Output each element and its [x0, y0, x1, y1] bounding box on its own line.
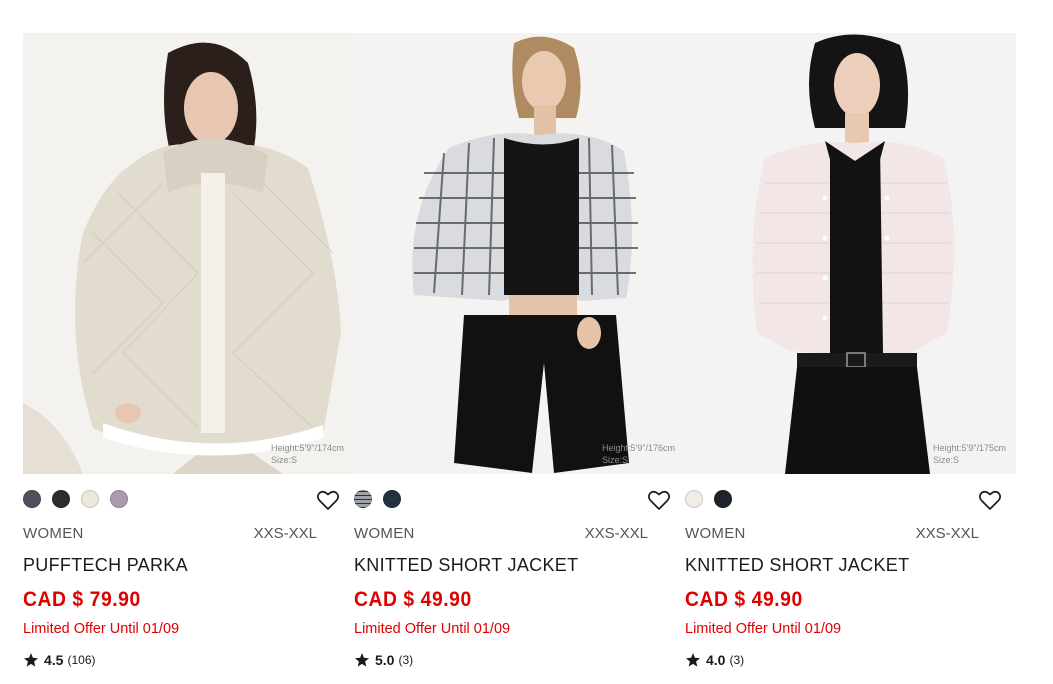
product-card[interactable]: Height:5'9"/176cm Size:S WOMEN XXS-XXL K…: [354, 33, 685, 684]
size-range: XXS-XXL: [253, 525, 317, 542]
color-swatch[interactable]: [714, 490, 732, 508]
product-price: CAD $ 49.90: [354, 588, 472, 611]
color-swatch[interactable]: [110, 490, 128, 508]
color-swatch[interactable]: [383, 490, 401, 508]
color-swatch[interactable]: [81, 490, 99, 508]
color-swatch[interactable]: [52, 490, 70, 508]
limited-offer-text: Limited Offer Until 01/09: [354, 621, 511, 637]
gender-label: WOMEN: [23, 525, 84, 542]
color-swatches: [354, 489, 412, 509]
review-count: (3): [729, 653, 745, 667]
size-range: XXS-XXL: [915, 525, 979, 542]
model-in-pink-jacket-illustration: [685, 33, 1016, 474]
review-count: (3): [398, 653, 414, 667]
rating-score: 5.0: [375, 652, 395, 668]
product-rating[interactable]: 4.0 (3): [685, 650, 744, 670]
product-image[interactable]: Height:5'9"/175cm Size:S: [685, 33, 1016, 474]
rating-score: 4.5: [44, 652, 64, 668]
product-name[interactable]: KNITTED SHORT JACKET: [685, 555, 909, 576]
star-icon: [355, 653, 369, 667]
model-size: Size:S: [602, 455, 629, 465]
product-grid: Height:5'9"/174cm Size:S WOMEN XXS-XXL P…: [23, 33, 1016, 684]
model-info-caption: Height:5'9"/174cm Size:S: [271, 442, 344, 466]
product-price: CAD $ 49.90: [685, 588, 803, 611]
product-rating[interactable]: 5.0 (3): [354, 650, 413, 670]
product-image[interactable]: Height:5'9"/176cm Size:S: [354, 33, 685, 474]
color-swatches: [23, 489, 139, 509]
product-price: CAD $ 79.90: [23, 588, 141, 611]
limited-offer-text: Limited Offer Until 01/09: [685, 621, 842, 637]
gender-label: WOMEN: [354, 525, 415, 542]
limited-offer-text: Limited Offer Until 01/09: [23, 621, 180, 637]
model-info-caption: Height:5'9"/175cm Size:S: [933, 442, 1006, 466]
review-count: (106): [67, 653, 96, 667]
model-info-caption: Height:5'9"/176cm Size:S: [602, 442, 675, 466]
model-in-parka-illustration: [23, 33, 354, 474]
color-swatches: [685, 489, 743, 509]
model-size: Size:S: [271, 455, 298, 465]
rating-score: 4.0: [706, 652, 726, 668]
star-icon: [686, 653, 700, 667]
size-range: XXS-XXL: [584, 525, 648, 542]
product-name[interactable]: PUFFTECH PARKA: [23, 555, 188, 576]
gender-label: WOMEN: [685, 525, 746, 542]
product-card[interactable]: Height:5'9"/174cm Size:S WOMEN XXS-XXL P…: [23, 33, 354, 684]
product-rating[interactable]: 4.5 (106): [23, 650, 95, 670]
model-height: Height:5'9"/176cm: [602, 443, 675, 453]
color-swatch[interactable]: [23, 490, 41, 508]
model-in-tweed-jacket-illustration: [354, 33, 685, 474]
color-swatch[interactable]: [685, 490, 703, 508]
model-height: Height:5'9"/175cm: [933, 443, 1006, 453]
product-image[interactable]: Height:5'9"/174cm Size:S: [23, 33, 354, 474]
heart-outline-icon[interactable]: [316, 489, 340, 511]
model-height: Height:5'9"/174cm: [271, 443, 344, 453]
model-size: Size:S: [933, 455, 960, 465]
heart-outline-icon[interactable]: [647, 489, 671, 511]
color-swatch[interactable]: [354, 490, 372, 508]
heart-outline-icon[interactable]: [978, 489, 1002, 511]
star-icon: [24, 653, 38, 667]
product-name[interactable]: KNITTED SHORT JACKET: [354, 555, 578, 576]
product-card[interactable]: Height:5'9"/175cm Size:S WOMEN XXS-XXL K…: [685, 33, 1016, 684]
